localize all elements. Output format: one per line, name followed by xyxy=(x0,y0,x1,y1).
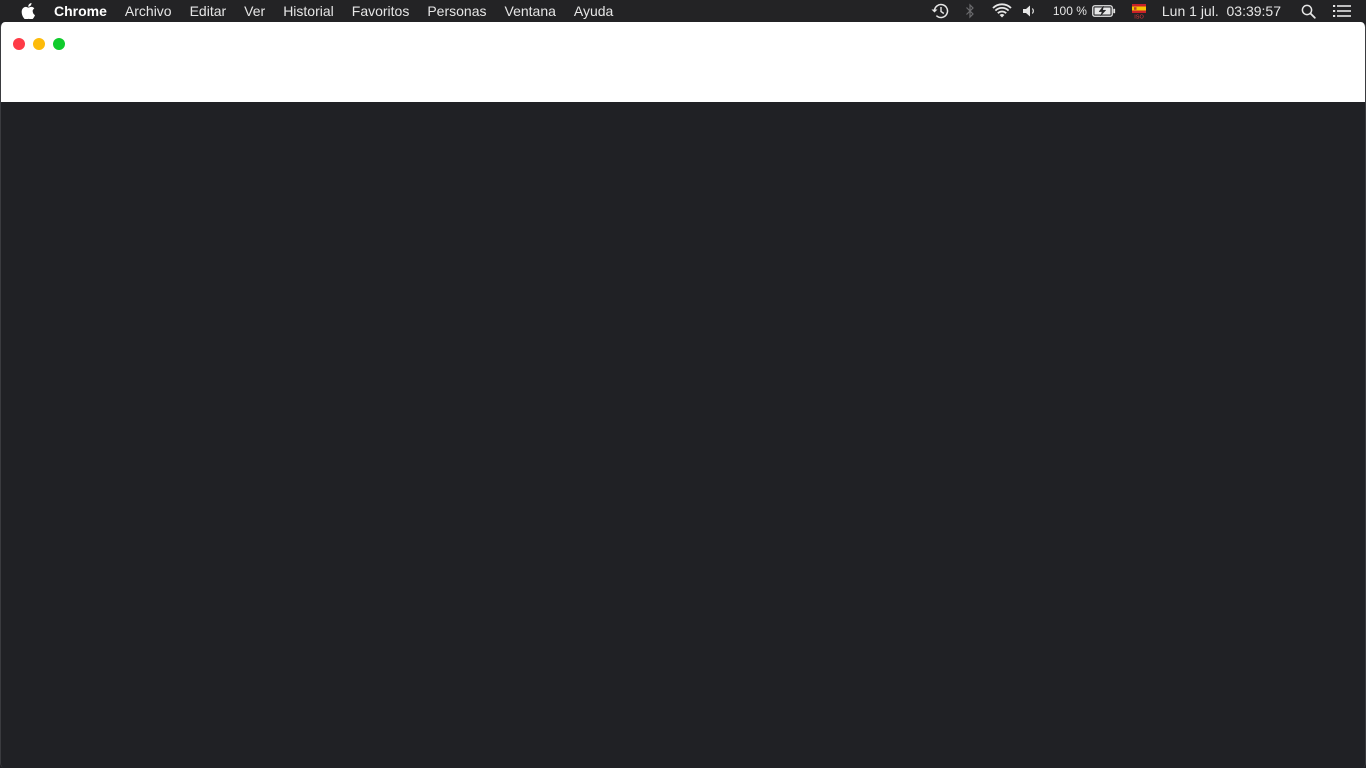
wifi-icon[interactable] xyxy=(992,0,1012,22)
menu-favoritos[interactable]: Favoritos xyxy=(343,0,419,22)
window-minimize-button[interactable] xyxy=(33,38,45,50)
bluetooth-icon[interactable] xyxy=(964,0,976,22)
menu-personas[interactable]: Personas xyxy=(418,0,495,22)
menu-ver[interactable]: Ver xyxy=(235,0,274,22)
spotlight-search-icon[interactable] xyxy=(1300,0,1316,22)
input-source-flag-icon[interactable]: ISO xyxy=(1130,0,1148,22)
battery-charging-icon[interactable] xyxy=(1091,0,1116,22)
menu-historial[interactable]: Historial xyxy=(274,0,343,22)
menu-ayuda[interactable]: Ayuda xyxy=(565,0,622,22)
menu-bar-left: Chrome Archivo Editar Ver Historial Favo… xyxy=(0,0,622,22)
page-content-area[interactable] xyxy=(1,102,1365,768)
browser-window xyxy=(0,22,1366,768)
battery-percentage: 100 % xyxy=(1052,4,1087,18)
menu-archivo[interactable]: Archivo xyxy=(116,0,181,22)
apple-logo-icon[interactable] xyxy=(20,0,36,22)
menu-bar-status-area: 100 % ISO Lun 1 jul. 03:39:57 xyxy=(929,0,1366,22)
menu-bar-clock[interactable]: Lun 1 jul. 03:39:57 xyxy=(1162,3,1281,19)
notification-center-icon[interactable] xyxy=(1332,0,1352,22)
menu-app-chrome[interactable]: Chrome xyxy=(54,0,116,22)
menu-editar[interactable]: Editar xyxy=(181,0,236,22)
time-machine-icon[interactable] xyxy=(929,0,951,22)
window-close-button[interactable] xyxy=(13,38,25,50)
menu-ventana[interactable]: Ventana xyxy=(496,0,565,22)
menu-bar: Chrome Archivo Editar Ver Historial Favo… xyxy=(0,0,1366,22)
input-source-label: ISO xyxy=(1134,15,1144,20)
volume-icon[interactable] xyxy=(1021,0,1037,22)
window-zoom-button[interactable] xyxy=(53,38,65,50)
window-titlebar[interactable] xyxy=(1,22,1365,102)
